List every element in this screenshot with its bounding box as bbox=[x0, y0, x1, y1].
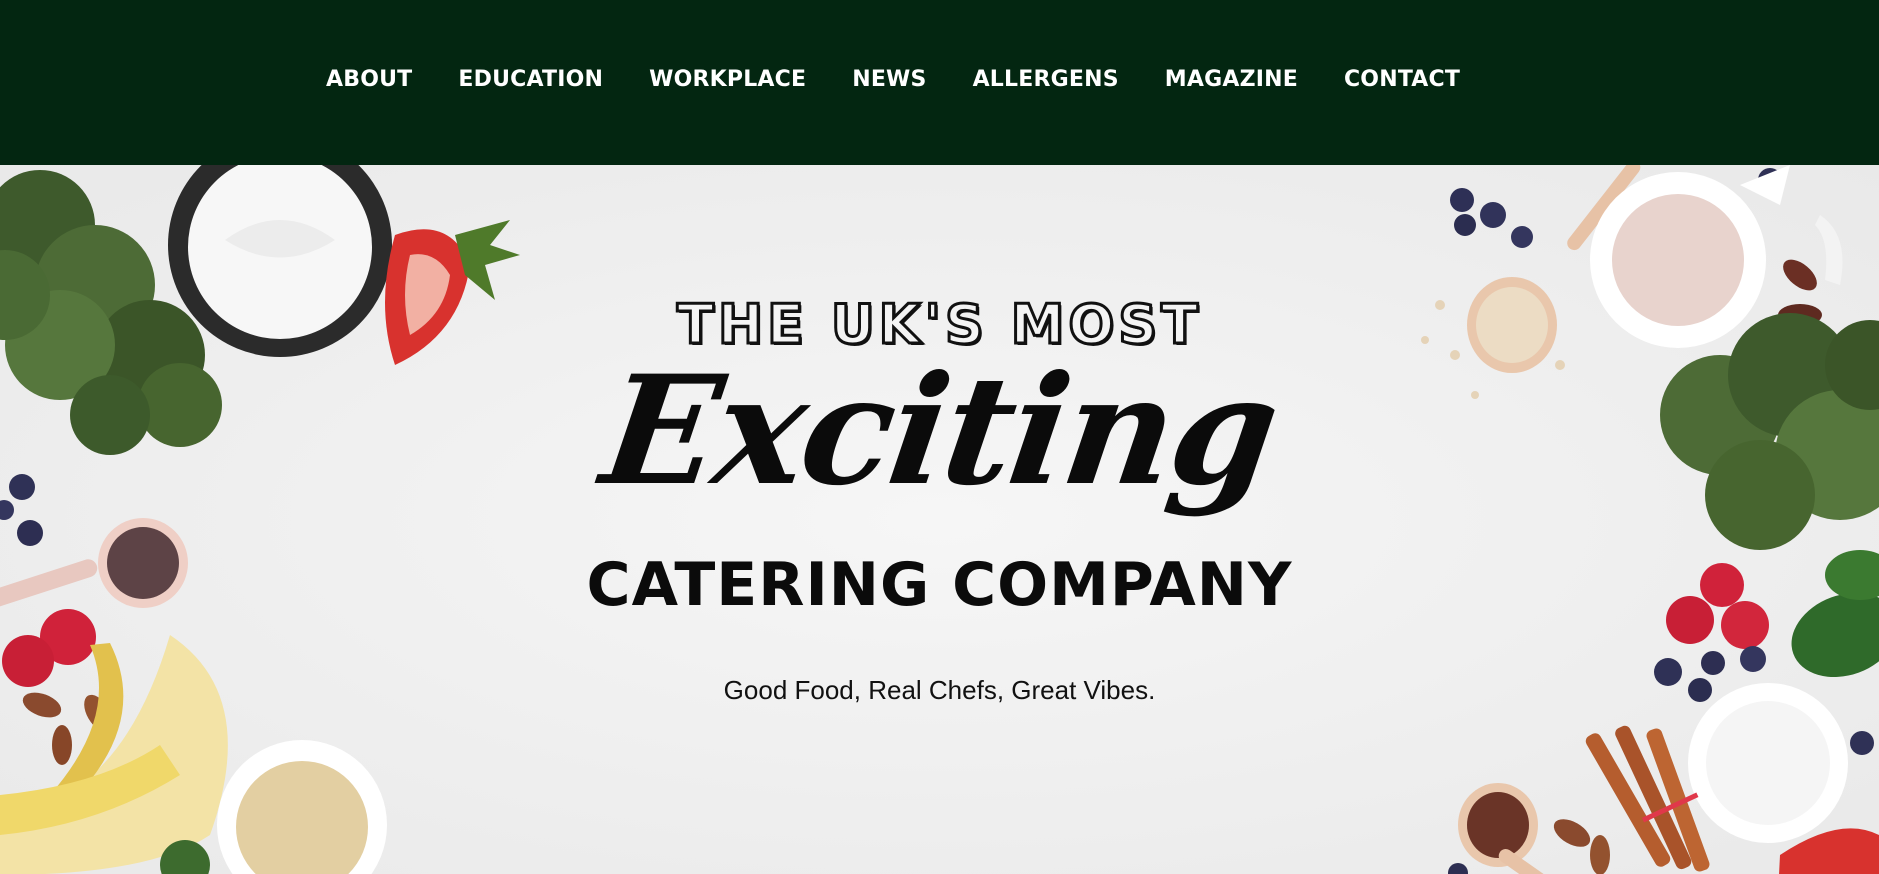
headline-line-2: Exciting bbox=[592, 343, 1287, 519]
nav-item-about[interactable]: ABOUT bbox=[326, 62, 412, 98]
nav-item-workplace[interactable]: WORKPLACE bbox=[649, 62, 806, 98]
nav-item-news[interactable]: NEWS bbox=[852, 62, 926, 98]
hero-headline: THE UK'S MOST Exciting CATERING COMPANY … bbox=[0, 165, 1879, 874]
hero-tagline: Good Food, Real Chefs, Great Vibes. bbox=[723, 675, 1156, 705]
main-nav: ABOUT EDUCATION WORKPLACE NEWS ALLERGENS… bbox=[326, 62, 1460, 98]
nav-item-contact[interactable]: CONTACT bbox=[1344, 62, 1460, 98]
nav-item-allergens[interactable]: ALLERGENS bbox=[973, 62, 1119, 98]
nav-item-education[interactable]: EDUCATION bbox=[458, 62, 603, 98]
nav-item-magazine[interactable]: MAGAZINE bbox=[1165, 62, 1298, 98]
hero-banner: THE UK'S MOST Exciting CATERING COMPANY … bbox=[0, 165, 1879, 874]
headline-line-3: CATERING COMPANY bbox=[586, 550, 1293, 620]
top-navigation-bar: ABOUT EDUCATION WORKPLACE NEWS ALLERGENS… bbox=[0, 0, 1879, 165]
